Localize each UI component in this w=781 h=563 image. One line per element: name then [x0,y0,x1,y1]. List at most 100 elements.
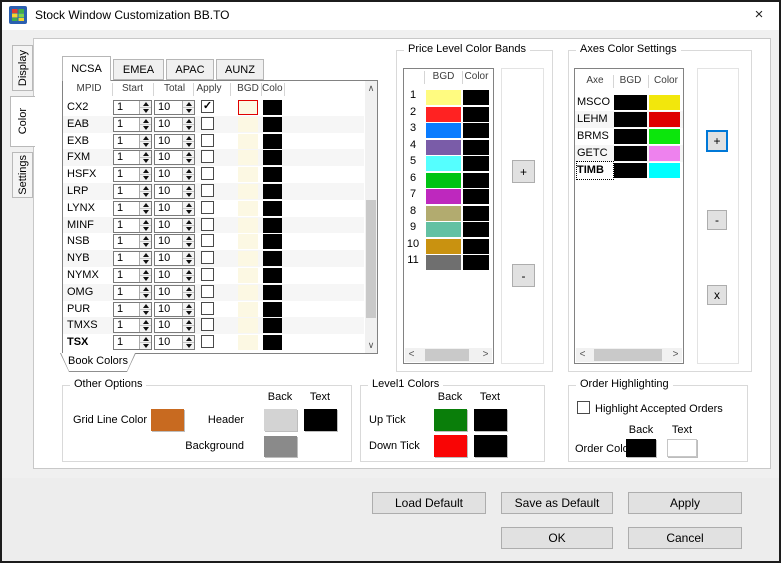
bgd-swatch[interactable] [238,133,258,149]
tab-emea[interactable]: EMEA [113,59,164,80]
apply-checkbox[interactable] [201,268,214,281]
total-spinner[interactable]: 10 [154,301,195,317]
total-spinner[interactable]: 10 [154,116,195,132]
tab-apac[interactable]: APAC [166,59,214,80]
spinner-buttons[interactable] [139,302,151,316]
spin-down-button[interactable] [183,291,194,299]
start-spinner[interactable]: 1 [113,268,152,283]
band-bgd-swatch[interactable] [426,172,461,188]
bgd-swatch[interactable] [238,116,258,132]
band-color-swatch[interactable] [463,255,489,270]
apply-checkbox[interactable] [201,335,214,349]
color-swatch[interactable] [263,335,282,351]
spin-down-button[interactable] [183,123,194,131]
start-spinner[interactable]: 1 [113,184,152,199]
total-spinner[interactable]: 10 [154,150,195,166]
band-color-swatch[interactable] [463,238,489,254]
band-color-swatch[interactable] [463,106,489,122]
band-color-swatch[interactable] [463,205,489,221]
apply-checkbox[interactable] [201,318,214,332]
start-spinner[interactable]: 1 [113,200,152,216]
tab-settings[interactable]: Settings [12,152,33,198]
tab-display[interactable]: Display [12,45,33,91]
add-axe-button[interactable]: + [706,130,728,152]
up-tick-text-swatch[interactable] [474,409,507,431]
total-spinner[interactable]: 10 [154,133,195,149]
color-swatch[interactable] [263,150,282,166]
spin-down-button[interactable] [183,224,194,232]
axe-color-swatch[interactable] [649,129,680,144]
spinner-buttons[interactable] [182,252,194,266]
spinner-value[interactable]: 1 [117,118,123,131]
spin-down-button[interactable] [140,191,151,198]
band-bgd-swatch[interactable] [426,123,461,138]
spin-down-button[interactable] [183,207,194,215]
spinner-value[interactable]: 1 [117,202,123,215]
spinner-buttons[interactable] [139,235,151,249]
axe-bgd-swatch[interactable] [614,146,647,161]
spin-down-button[interactable] [183,258,194,266]
spinner-buttons[interactable] [182,218,194,232]
spinner-value[interactable]: 10 [158,151,170,164]
header-back-swatch[interactable] [264,409,297,431]
color-swatch[interactable] [263,284,282,300]
spinner-value[interactable]: 10 [158,252,170,265]
down-tick-back-swatch[interactable] [434,435,467,457]
start-spinner[interactable]: 1 [113,251,152,267]
spin-down-button[interactable] [140,123,151,131]
spin-down-button[interactable] [183,191,194,198]
start-spinner[interactable]: 1 [113,335,152,351]
spinner-buttons[interactable] [139,252,151,266]
spinner-buttons[interactable] [139,151,151,165]
spinner-value[interactable]: 10 [158,286,170,299]
total-spinner[interactable]: 10 [154,167,195,183]
spinner-value[interactable]: 1 [117,303,123,316]
start-spinner[interactable]: 1 [113,167,152,183]
add-band-button[interactable]: + [512,160,535,183]
bgd-swatch[interactable] [238,167,258,183]
bgd-swatch[interactable] [238,335,258,351]
scroll-right-icon[interactable]: > [669,348,682,362]
scroll-down-icon[interactable]: ∨ [365,338,377,353]
color-swatch[interactable] [263,184,282,199]
bgd-swatch[interactable] [238,251,258,267]
spinner-buttons[interactable] [139,185,151,198]
tab-aunz[interactable]: AUNZ [216,59,264,80]
apply-checkbox[interactable] [201,167,214,181]
start-spinner[interactable]: 1 [113,301,152,317]
total-spinner[interactable]: 10 [154,234,195,250]
total-spinner[interactable]: 10 [154,268,195,283]
load-default-button[interactable]: Load Default [372,492,486,514]
spinner-buttons[interactable] [182,185,194,198]
scroll-up-icon[interactable]: ∧ [365,81,377,96]
band-bgd-swatch[interactable] [426,222,461,237]
axes-table-scrollbar[interactable]: < > [576,348,682,362]
axe-bgd-swatch[interactable] [614,112,647,127]
bgd-swatch[interactable] [238,301,258,317]
band-color-swatch[interactable] [463,156,489,171]
apply-checkbox[interactable] [201,150,214,164]
axe-bgd-swatch[interactable] [614,163,647,178]
axe-bgd-swatch[interactable] [614,95,647,110]
color-swatch[interactable] [263,133,282,149]
spin-down-button[interactable] [183,308,194,316]
spin-down-button[interactable] [183,107,194,114]
start-spinner[interactable]: 1 [113,318,152,334]
spinner-buttons[interactable] [139,201,151,215]
scrollbar-thumb[interactable] [425,349,469,361]
tab-book-colors[interactable]: Book Colors [60,353,136,372]
start-spinner[interactable]: 1 [113,116,152,132]
color-swatch[interactable] [263,100,282,115]
band-bgd-swatch[interactable] [426,255,461,270]
spinner-value[interactable]: 10 [158,219,170,232]
spinner-value[interactable]: 1 [117,336,123,349]
spin-down-button[interactable] [140,207,151,215]
total-spinner[interactable]: 10 [154,200,195,216]
header-text-swatch[interactable] [304,409,337,431]
color-swatch[interactable] [263,116,282,132]
bgd-swatch[interactable] [238,200,258,216]
spinner-buttons[interactable] [182,285,194,299]
scroll-left-icon[interactable]: < [576,348,589,362]
spinner-value[interactable]: 1 [117,252,123,265]
spinner-value[interactable]: 1 [117,151,123,164]
